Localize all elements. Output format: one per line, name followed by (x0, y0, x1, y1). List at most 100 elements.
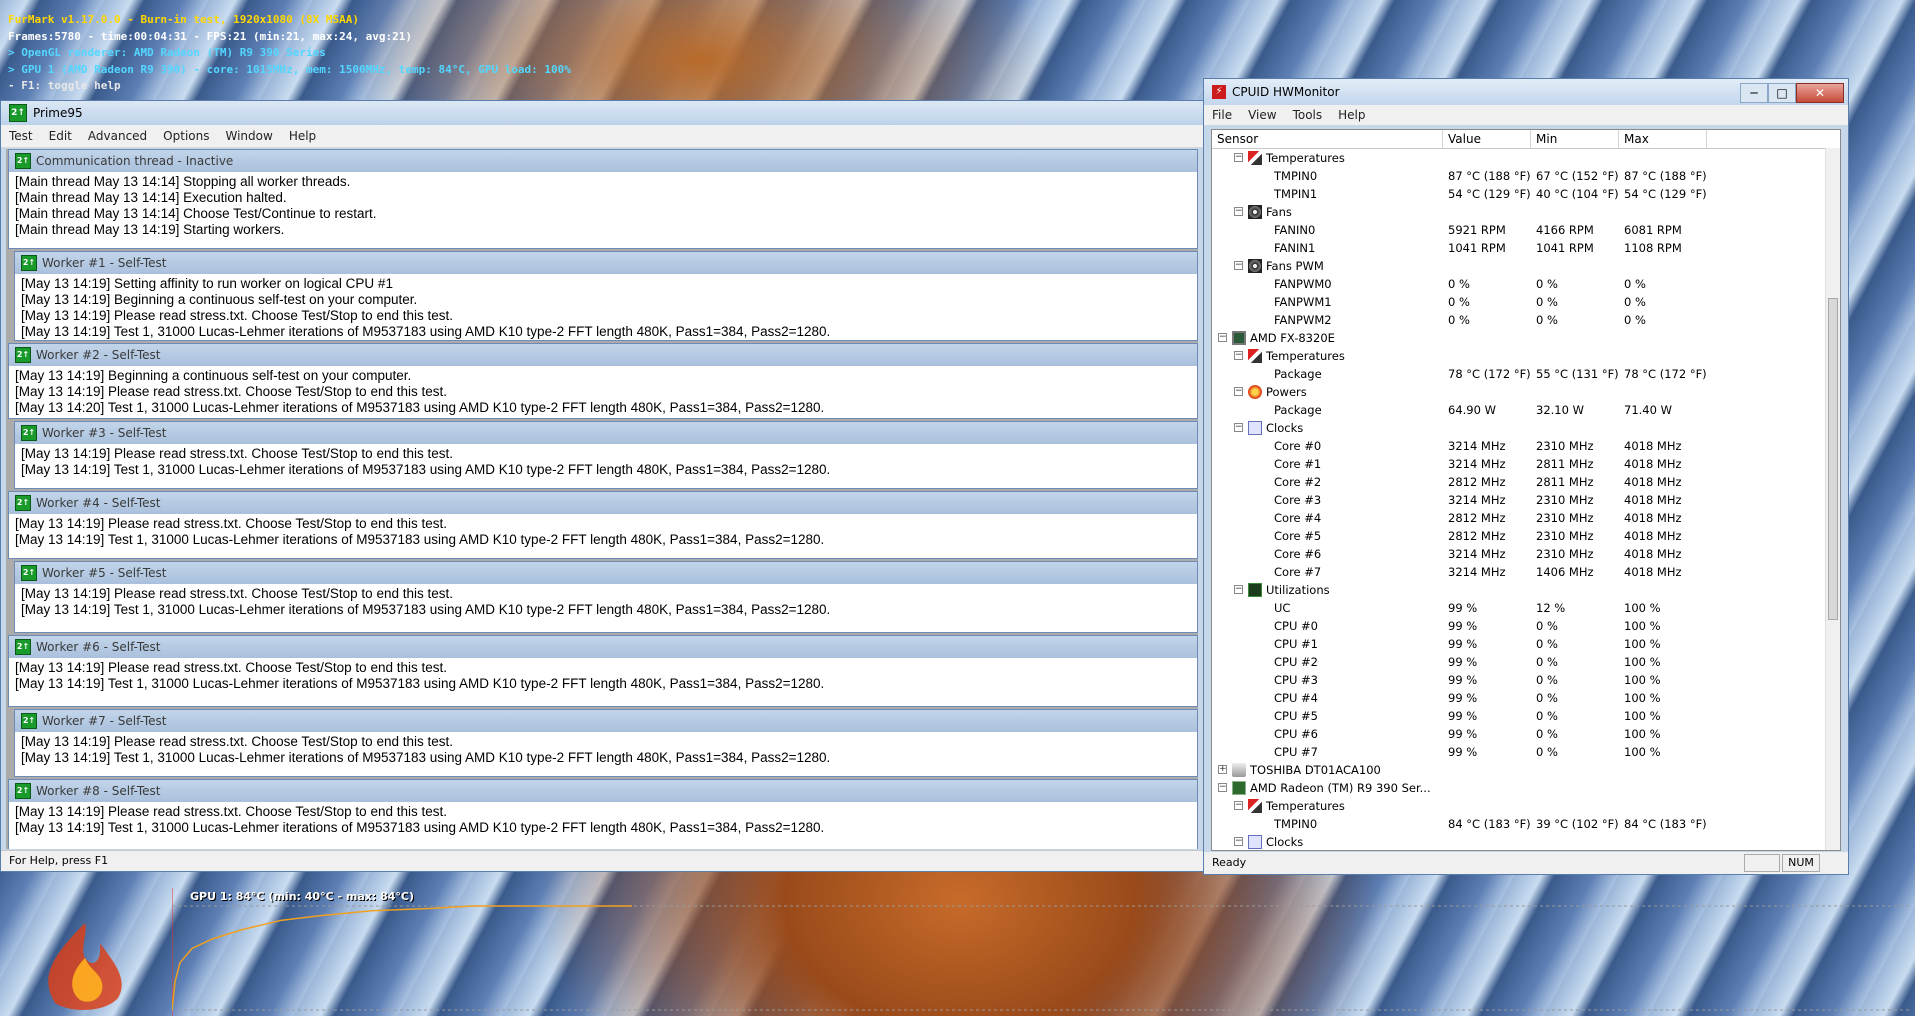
menu-options[interactable]: Options (155, 129, 217, 143)
sensor-row[interactable]: Core #2 2812 MHz 2811 MHz 4018 MHz (1212, 473, 1840, 491)
worker-log[interactable]: [May 13 14:19] Please read stress.txt. C… (9, 514, 1197, 550)
worker-log[interactable]: [May 13 14:19] Beginning a continuous se… (9, 366, 1197, 418)
sensor-row[interactable]: − Fans PWM (1212, 257, 1840, 275)
column-sensor[interactable]: Sensor (1212, 130, 1443, 148)
worker-window-titlebar[interactable]: 2↑ Worker #8 - Self-Test (9, 780, 1197, 802)
scrollbar-thumb[interactable] (1828, 298, 1838, 620)
sensor-row[interactable]: CPU #3 99 % 0 % 100 % (1212, 671, 1840, 689)
sensor-row[interactable]: − Clocks (1212, 833, 1840, 850)
sensor-row[interactable]: − Powers (1212, 383, 1840, 401)
menu-window[interactable]: Window (217, 129, 280, 143)
worker-log[interactable]: [Main thread May 13 14:14] Stopping all … (9, 172, 1197, 240)
sensor-row[interactable]: Core #1 3214 MHz 2811 MHz 4018 MHz (1212, 455, 1840, 473)
worker-window-titlebar[interactable]: 2↑ Communication thread - Inactive (9, 150, 1197, 172)
sensor-row[interactable]: − AMD FX-8320E (1212, 329, 1840, 347)
collapse-icon[interactable]: − (1234, 387, 1243, 396)
sensor-tree[interactable]: Sensor Value Min Max − Temperatures TMPIN0… (1211, 129, 1841, 851)
sensor-row[interactable]: + TOSHIBA DT01ACA100 (1212, 761, 1840, 779)
sensor-row[interactable]: CPU #1 99 % 0 % 100 % (1212, 635, 1840, 653)
worker-window-titlebar[interactable]: 2↑ Worker #3 - Self-Test (15, 422, 1197, 444)
menu-view[interactable]: View (1240, 108, 1284, 122)
collapse-icon[interactable]: − (1234, 801, 1243, 810)
column-value[interactable]: Value (1443, 130, 1531, 148)
collapse-icon[interactable]: − (1234, 153, 1243, 162)
collapse-icon[interactable]: − (1234, 351, 1243, 360)
menu-tools[interactable]: Tools (1285, 108, 1331, 122)
sensor-row[interactable]: − Temperatures (1212, 347, 1840, 365)
worker-window[interactable]: 2↑ Worker #4 - Self-Test [May 13 14:19] Pl… (8, 491, 1198, 559)
worker-log[interactable]: [May 13 14:19] Please read stress.txt. C… (15, 732, 1197, 768)
hwmonitor-window[interactable]: ⚡ CPUID HWMonitor ─ □ ✕ File View Tools … (1203, 78, 1849, 875)
worker-window[interactable]: 2↑ Worker #5 - Self-Test [May 13 14:19] Pl… (14, 561, 1198, 633)
sensor-row[interactable]: Core #6 3214 MHz 2310 MHz 4018 MHz (1212, 545, 1840, 563)
sensor-row[interactable]: FANPWM2 0 % 0 % 0 % (1212, 311, 1840, 329)
menu-advanced[interactable]: Advanced (80, 129, 155, 143)
sensor-row[interactable]: Core #0 3214 MHz 2310 MHz 4018 MHz (1212, 437, 1840, 455)
sensor-row[interactable]: FANIN1 1041 RPM 1041 RPM 1108 RPM (1212, 239, 1840, 257)
sensor-row[interactable]: TMPIN0 84 °C (183 °F) 39 °C (102 °F) 84 °C … (1212, 815, 1840, 833)
sensor-row[interactable]: CPU #7 99 % 0 % 100 % (1212, 743, 1840, 761)
worker-window-titlebar[interactable]: 2↑ Worker #5 - Self-Test (15, 562, 1197, 584)
sensor-row[interactable]: Package 64.90 W 32.10 W 71.40 W (1212, 401, 1840, 419)
collapse-icon[interactable]: − (1234, 207, 1243, 216)
sensor-row[interactable]: − Fans (1212, 203, 1840, 221)
sensor-row[interactable]: − Utilizations (1212, 581, 1840, 599)
prime95-window[interactable]: 2↑ Prime95 Test Edit Advanced Options Wi… (0, 100, 1204, 872)
column-max[interactable]: Max (1619, 130, 1707, 148)
worker-window[interactable]: 2↑ Worker #6 - Self-Test [May 13 14:19] Pl… (8, 635, 1198, 707)
menu-file[interactable]: File (1204, 108, 1240, 122)
collapse-icon[interactable]: − (1218, 333, 1227, 342)
sensor-row[interactable]: Core #5 2812 MHz 2310 MHz 4018 MHz (1212, 527, 1840, 545)
prime95-titlebar[interactable]: 2↑ Prime95 (1, 101, 1203, 125)
worker-window[interactable]: 2↑ Worker #3 - Self-Test [May 13 14:19] Pl… (14, 421, 1198, 489)
sensor-row[interactable]: Core #4 2812 MHz 2310 MHz 4018 MHz (1212, 509, 1840, 527)
worker-window-titlebar[interactable]: 2↑ Worker #4 - Self-Test (9, 492, 1197, 514)
worker-window-titlebar[interactable]: 2↑ Worker #2 - Self-Test (9, 344, 1197, 366)
worker-window[interactable]: 2↑ Worker #2 - Self-Test [May 13 14:19] Be… (8, 343, 1198, 419)
worker-window[interactable]: 2↑ Worker #1 - Self-Test [May 13 14:19] Se… (14, 251, 1198, 341)
worker-window-titlebar[interactable]: 2↑ Worker #6 - Self-Test (9, 636, 1197, 658)
collapse-icon[interactable]: − (1234, 261, 1243, 270)
sensor-row[interactable]: − Temperatures (1212, 149, 1840, 167)
sensor-row[interactable]: CPU #5 99 % 0 % 100 % (1212, 707, 1840, 725)
worker-log[interactable]: [May 13 14:19] Please read stress.txt. C… (9, 802, 1197, 838)
worker-window[interactable]: 2↑ Worker #8 - Self-Test [May 13 14:19] Pl… (8, 779, 1198, 849)
menu-help[interactable]: Help (1330, 108, 1373, 122)
sensor-row[interactable]: FANPWM0 0 % 0 % 0 % (1212, 275, 1840, 293)
menu-edit[interactable]: Edit (41, 129, 80, 143)
close-icon[interactable]: ✕ (1796, 83, 1844, 103)
expand-icon[interactable]: + (1218, 765, 1227, 774)
maximize-icon[interactable]: □ (1768, 83, 1796, 103)
vertical-scrollbar[interactable] (1825, 148, 1840, 850)
sensor-row[interactable]: CPU #0 99 % 0 % 100 % (1212, 617, 1840, 635)
collapse-icon[interactable]: − (1234, 837, 1243, 846)
collapse-icon[interactable]: − (1218, 783, 1227, 792)
sensor-row[interactable]: CPU #6 99 % 0 % 100 % (1212, 725, 1840, 743)
column-min[interactable]: Min (1531, 130, 1619, 148)
minimize-icon[interactable]: ─ (1740, 83, 1768, 103)
menu-help[interactable]: Help (281, 129, 324, 143)
sensor-row[interactable]: Core #7 3214 MHz 1406 MHz 4018 MHz (1212, 563, 1840, 581)
worker-log[interactable]: [May 13 14:19] Please read stress.txt. C… (15, 584, 1197, 620)
sensor-row[interactable]: FANIN0 5921 RPM 4166 RPM 6081 RPM (1212, 221, 1840, 239)
worker-window[interactable]: 2↑ Communication thread - Inactive [Main t… (8, 149, 1198, 249)
menu-test[interactable]: Test (1, 129, 41, 143)
sensor-row[interactable]: Core #3 3214 MHz 2310 MHz 4018 MHz (1212, 491, 1840, 509)
collapse-icon[interactable]: − (1234, 423, 1243, 432)
worker-window-titlebar[interactable]: 2↑ Worker #7 - Self-Test (15, 710, 1197, 732)
sensor-row[interactable]: − AMD Radeon (TM) R9 390 Ser... (1212, 779, 1840, 797)
sensor-row[interactable]: Package 78 °C (172 °F) 55 °C (131 °F) 78 °C… (1212, 365, 1840, 383)
sensor-row[interactable]: CPU #2 99 % 0 % 100 % (1212, 653, 1840, 671)
worker-window-titlebar[interactable]: 2↑ Worker #1 - Self-Test (15, 252, 1197, 274)
sensor-row[interactable]: TMPIN1 54 °C (129 °F) 40 °C (104 °F) 54 °C … (1212, 185, 1840, 203)
worker-log[interactable]: [May 13 14:19] Setting affinity to run w… (15, 274, 1197, 342)
hwmonitor-titlebar[interactable]: ⚡ CPUID HWMonitor ─ □ ✕ (1204, 79, 1848, 105)
sensor-row[interactable]: FANPWM1 0 % 0 % 0 % (1212, 293, 1840, 311)
collapse-icon[interactable]: − (1234, 585, 1243, 594)
sensor-row[interactable]: TMPIN0 87 °C (188 °F) 67 °C (152 °F) 87 °C … (1212, 167, 1840, 185)
worker-window[interactable]: 2↑ Worker #7 - Self-Test [May 13 14:19] Pl… (14, 709, 1198, 777)
worker-log[interactable]: [May 13 14:19] Please read stress.txt. C… (15, 444, 1197, 480)
sensor-row[interactable]: UC 99 % 12 % 100 % (1212, 599, 1840, 617)
sensor-row[interactable]: CPU #4 99 % 0 % 100 % (1212, 689, 1840, 707)
sensor-row[interactable]: − Clocks (1212, 419, 1840, 437)
